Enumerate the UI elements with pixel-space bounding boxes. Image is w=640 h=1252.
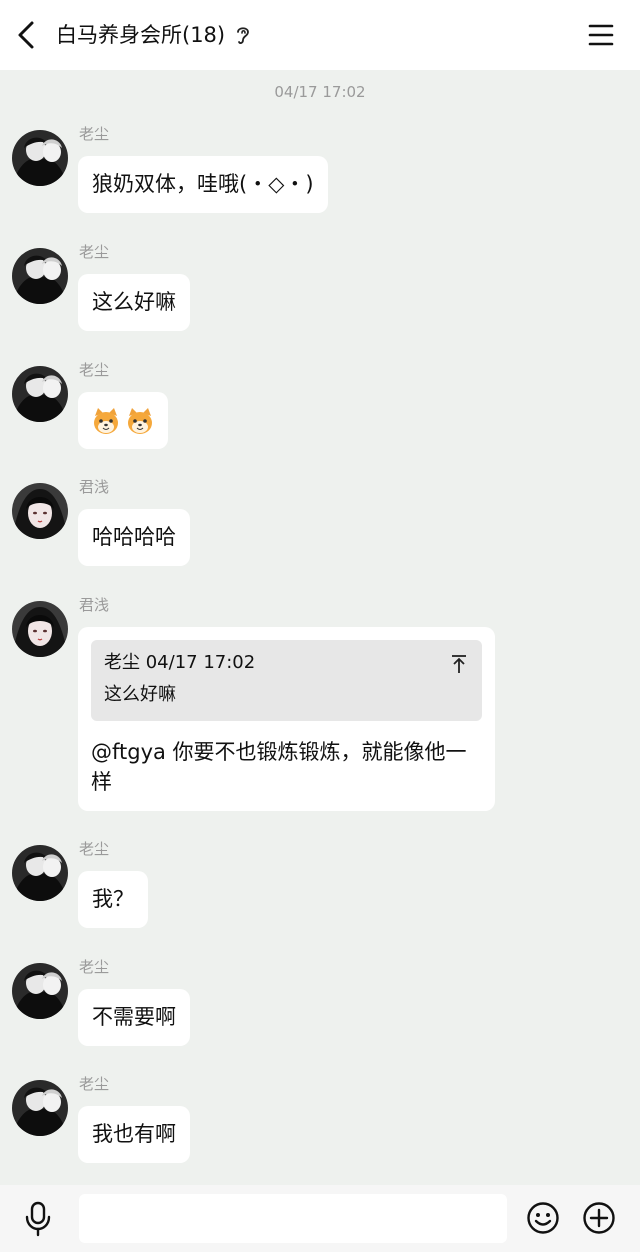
plus-circle-icon[interactable] [582,1201,616,1235]
sender-name: 老尘 [79,958,110,976]
sender-name: 君浅 [79,478,110,496]
message-bubble[interactable]: 我也有啊 [78,1106,190,1163]
chevron-left-icon[interactable] [12,18,44,52]
ear-icon [237,27,249,44]
message-bubble[interactable]: 狼奶双体，哇哦(・◇・) [78,156,328,213]
avatar-laochen[interactable] [12,248,68,304]
message-bubble[interactable]: 哈哈哈哈 [78,509,190,566]
avatar-laochen[interactable] [12,1080,68,1136]
avatar-laochen[interactable] [12,845,68,901]
avatar-junqian[interactable] [12,601,68,657]
shiba-emoji-icon [94,407,118,434]
avatar-laochen[interactable] [12,963,68,1019]
sender-name: 老尘 [79,361,110,379]
quote-header: 老尘 04/17 17:02 [104,650,469,676]
message-text: @ftgya 你要不也锻炼锻炼，就能像他一样 [91,740,467,794]
sender-name: 君浅 [79,596,110,614]
quoted-message[interactable]: 老尘 04/17 17:02 这么好嘛 [91,640,482,721]
shiba-emoji-icon [128,407,152,434]
message-bubble[interactable]: 这么好嘛 [78,274,190,331]
avatar-laochen[interactable] [12,130,68,186]
message-input[interactable] [79,1194,507,1243]
quote-time: 04/17 17:02 [145,652,256,673]
quote-text: 这么好嘛 [104,684,176,705]
top-bar: 白马养身会所(18) [0,0,640,70]
sender-name: 老尘 [79,243,110,261]
chat-title[interactable]: 白马养身会所(18) [56,21,225,49]
chat-area[interactable]: 04/17 17:02 老尘 狼奶双体，哇哦(・◇・) 老尘 这么好嘛 老尘 君… [0,70,640,1185]
message-bubble[interactable]: 我？ [78,871,148,928]
message-bubble[interactable]: 不需要啊 [78,989,190,1046]
hamburger-menu-icon[interactable] [586,20,616,50]
emoji-bubble[interactable] [78,392,168,449]
microphone-icon[interactable] [22,1200,54,1238]
smiley-icon[interactable] [526,1201,560,1235]
sender-name: 老尘 [79,840,110,858]
avatar-laochen[interactable] [12,366,68,422]
sender-name: 老尘 [79,1075,110,1093]
composer-bar [0,1185,640,1252]
jump-to-top-icon[interactable] [450,654,468,674]
reply-bubble[interactable]: 老尘 04/17 17:02 这么好嘛 @ftgya 你要不也锻炼锻炼，就能像他… [78,627,495,811]
chat-timestamp: 04/17 17:02 [274,83,366,101]
sender-name: 老尘 [79,125,110,143]
quote-author: 老尘 [104,652,140,673]
avatar-junqian[interactable] [12,483,68,539]
